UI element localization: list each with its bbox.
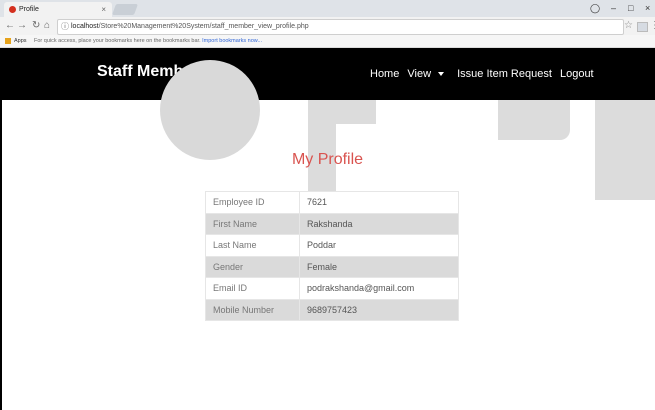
site-navbar: Staff Member Home View Issue Item Reques… xyxy=(0,48,655,100)
apps-icon[interactable] xyxy=(5,38,11,44)
gender-label: Gender xyxy=(205,255,300,278)
nav-view-dropdown[interactable]: View xyxy=(407,68,449,80)
back-arrow-icon[interactable]: ← xyxy=(5,18,15,34)
url-path: /Store%20Management%20System/staff_membe… xyxy=(98,23,309,30)
watermark-bar xyxy=(498,100,570,140)
home-icon[interactable]: ⌂ xyxy=(44,18,50,34)
address-bar-row: ← → ↻ ⌂ ⓘ localhost/Store%20Management%2… xyxy=(0,17,655,35)
table-row: Email ID podrakshanda@gmail.com xyxy=(205,277,459,300)
menu-dots-icon[interactable]: ⋮ xyxy=(650,19,655,33)
email-id-value: podrakshanda@gmail.com xyxy=(299,277,459,300)
close-window-icon[interactable]: × xyxy=(645,1,650,15)
url-input[interactable]: ⓘ localhost/Store%20Management%20System/… xyxy=(57,19,624,35)
profile-icon[interactable]: ◯ xyxy=(590,1,600,15)
url-text: localhost/Store%20Management%20System/st… xyxy=(71,20,309,34)
tab-title: Profile xyxy=(19,6,39,13)
table-row: First Name Rakshanda xyxy=(205,212,459,235)
nav-logout-link[interactable]: Logout xyxy=(560,68,594,80)
bookmarks-message: For quick access, place your bookmarks h… xyxy=(34,35,262,47)
caret-down-icon xyxy=(438,72,445,77)
tab-close-icon[interactable]: × xyxy=(101,2,106,17)
navbar-links: Home View Issue Item Request Logout xyxy=(370,68,599,82)
maximize-icon[interactable]: □ xyxy=(628,1,633,15)
new-tab-button[interactable] xyxy=(111,4,139,15)
url-host: localhost xyxy=(71,23,99,30)
nav-home-link[interactable]: Home xyxy=(370,68,399,80)
favicon-icon xyxy=(9,6,16,13)
browser-tab[interactable]: Profile × xyxy=(4,2,112,17)
minimize-icon[interactable]: – xyxy=(611,1,616,15)
reload-icon[interactable]: ↻ xyxy=(32,18,40,34)
extension-icon[interactable] xyxy=(637,22,648,32)
watermark-bar xyxy=(595,100,655,200)
forward-arrow-icon[interactable]: → xyxy=(17,18,27,34)
page-title: My Profile xyxy=(291,151,364,168)
nav-issue-item-request-link[interactable]: Issue Item Request xyxy=(457,68,552,80)
nav-view-label: View xyxy=(407,68,432,80)
watermark-circle xyxy=(160,60,260,160)
mobile-number-value: 9689757423 xyxy=(299,298,459,321)
employee-id-label: Employee ID xyxy=(205,191,300,214)
email-id-label: Email ID xyxy=(205,277,300,300)
bookmarks-apps[interactable]: Apps xyxy=(14,35,27,47)
table-row: Employee ID 7621 xyxy=(205,191,459,214)
table-row: Last Name Poddar xyxy=(205,234,459,257)
table-row: Mobile Number 9689757423 xyxy=(205,298,459,321)
gender-value: Female xyxy=(299,255,459,278)
info-icon[interactable]: ⓘ xyxy=(61,20,69,34)
bookmarks-bar: Apps For quick access, place your bookma… xyxy=(0,35,655,48)
table-row: Gender Female xyxy=(205,255,459,278)
first-name-label: First Name xyxy=(205,212,300,235)
employee-id-value: 7621 xyxy=(299,191,459,214)
last-name-value: Poddar xyxy=(299,234,459,257)
watermark-bar xyxy=(336,100,376,124)
mobile-number-label: Mobile Number xyxy=(205,298,300,321)
last-name-label: Last Name xyxy=(205,234,300,257)
import-bookmarks-link[interactable]: Import bookmarks now... xyxy=(202,38,262,44)
profile-table: Employee ID 7621 First Name Rakshanda La… xyxy=(205,191,459,321)
star-icon[interactable]: ☆ xyxy=(624,19,633,33)
browser-tab-strip: Profile × ◯ – □ × xyxy=(0,0,655,17)
bookmarks-message-text: For quick access, place your bookmarks h… xyxy=(34,38,201,44)
first-name-value: Rakshanda xyxy=(299,212,459,235)
